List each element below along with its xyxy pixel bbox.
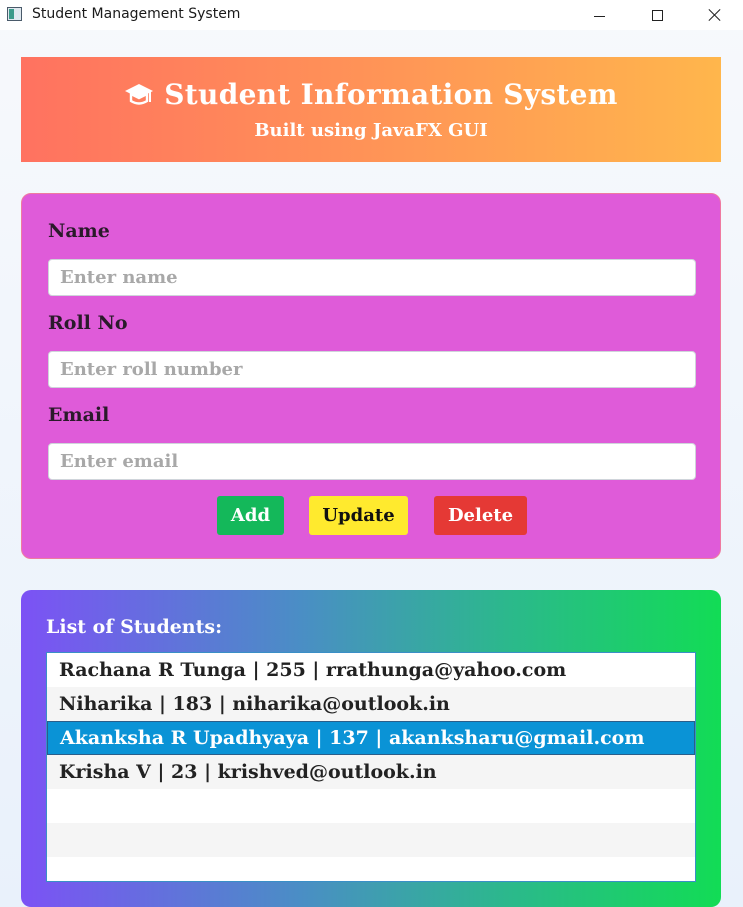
list-item-empty[interactable] xyxy=(47,857,695,891)
graduation-cap-icon xyxy=(124,81,154,109)
header-banner: Student Information System Built using J… xyxy=(21,57,721,162)
page-subtitle: Built using JavaFX GUI xyxy=(254,120,488,141)
window-title: Student Management System xyxy=(32,6,241,22)
list-item[interactable]: Niharika | 183 | niharika@outlook.in xyxy=(47,687,695,721)
delete-button[interactable]: Delete xyxy=(434,496,527,535)
roll-label: Roll No xyxy=(48,312,128,334)
list-item-empty[interactable] xyxy=(47,823,695,857)
close-button[interactable] xyxy=(686,0,743,30)
maximize-icon xyxy=(651,9,663,21)
page-title: Student Information System xyxy=(164,78,618,111)
student-form: Name Roll No Email Add Update Delete xyxy=(21,193,721,559)
app-icon xyxy=(7,7,22,21)
email-field[interactable] xyxy=(48,443,696,480)
update-button[interactable]: Update xyxy=(309,496,408,535)
minimize-button[interactable] xyxy=(570,0,628,30)
close-icon xyxy=(708,8,722,22)
list-item[interactable]: Rachana R Tunga | 255 | rrathunga@yahoo.… xyxy=(47,653,695,687)
window-titlebar: Student Management System xyxy=(0,0,743,30)
student-list-card: List of Students: Rachana R Tunga | 255 … xyxy=(21,590,721,907)
name-field[interactable] xyxy=(48,259,696,296)
roll-number-field[interactable] xyxy=(48,351,696,388)
email-label: Email xyxy=(48,404,110,426)
add-button[interactable]: Add xyxy=(217,496,284,535)
list-item-selected[interactable]: Akanksha R Upadhyaya | 137 | akanksharu@… xyxy=(47,721,695,755)
list-item[interactable]: Krisha V | 23 | krishved@outlook.in xyxy=(47,755,695,789)
list-item-empty[interactable] xyxy=(47,789,695,823)
minimize-icon xyxy=(593,15,605,17)
header-title-row: Student Information System xyxy=(21,78,721,111)
list-title: List of Students: xyxy=(46,616,223,638)
maximize-button[interactable] xyxy=(628,0,686,30)
student-list[interactable]: Rachana R Tunga | 255 | rrathunga@yahoo.… xyxy=(46,652,696,882)
name-label: Name xyxy=(48,220,110,242)
